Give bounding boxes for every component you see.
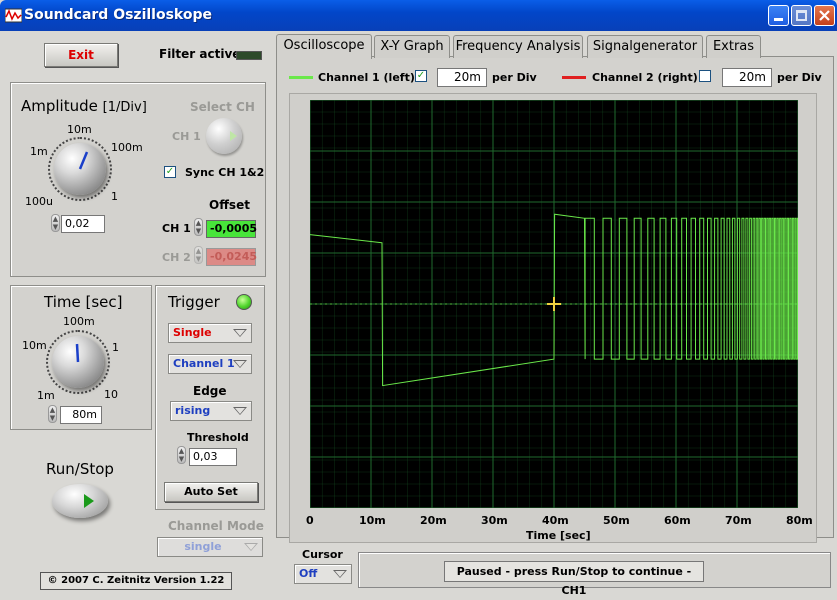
ch1-per-div-label: per Div xyxy=(492,71,537,84)
ch2-legend-swatch xyxy=(562,76,586,79)
ch1-legend-swatch xyxy=(289,76,313,79)
offset-ch2-input[interactable]: -0,0245 xyxy=(206,248,257,266)
cursor-value: Off xyxy=(299,567,318,580)
trigger-edge-value: rising xyxy=(175,404,211,417)
cursor-label: Cursor xyxy=(302,548,343,561)
x-tick-label: 50m xyxy=(603,514,630,527)
tab-oscilloscope[interactable]: Oscilloscope xyxy=(276,34,372,59)
x-tick-label: 30m xyxy=(481,514,508,527)
ch1-enable-checkbox[interactable]: ✓ xyxy=(415,70,427,82)
offset-ch1-input[interactable]: -0,0005 xyxy=(206,220,257,238)
offset-title: Offset xyxy=(209,198,250,212)
close-button[interactable] xyxy=(814,5,835,26)
x-tick-label: 80m xyxy=(786,514,813,527)
offset-ch1-label: CH 1 xyxy=(162,222,191,235)
tab-frequency-analysis[interactable]: Frequency Analysis xyxy=(453,35,583,58)
filter-indicator xyxy=(236,51,262,60)
ch1-legend-label: Channel 1 (left) xyxy=(318,71,415,84)
channel-mode-title: Channel Mode xyxy=(168,519,264,533)
select-ch-knob[interactable] xyxy=(206,118,242,154)
channel-mode-dropdown[interactable]: single xyxy=(157,537,263,557)
amplitude-spinner[interactable]: ▲ ▼ xyxy=(51,214,60,232)
x-tick-label: 70m xyxy=(725,514,752,527)
x-tick-label: 0 xyxy=(306,514,314,527)
ch2-enable-checkbox[interactable] xyxy=(699,70,711,82)
auto-set-button[interactable]: Auto Set xyxy=(164,482,258,502)
app-icon xyxy=(4,7,23,23)
time-scale-100m: 100m xyxy=(63,315,95,328)
amplitude-knob[interactable] xyxy=(54,143,106,195)
time-knob[interactable] xyxy=(52,336,104,388)
threshold-spinner[interactable]: ▲ ▼ xyxy=(177,446,186,464)
time-spinner[interactable]: ▲ ▼ xyxy=(48,405,57,423)
select-ch-value: CH 1 xyxy=(172,130,201,143)
ch2-legend-label: Channel 2 (right) xyxy=(592,71,698,84)
amplitude-unit: [1/Div] xyxy=(102,100,147,115)
ch2-per-div-input[interactable]: 20m xyxy=(722,68,772,87)
time-input[interactable]: 80m xyxy=(60,406,102,424)
exit-button[interactable]: Exit xyxy=(44,43,118,67)
status-message: Paused - press Run/Stop to continue - CH… xyxy=(444,561,704,597)
trigger-edge-dropdown[interactable]: rising xyxy=(170,401,252,421)
threshold-label: Threshold xyxy=(187,431,249,444)
amplitude-input[interactable]: 0,02 xyxy=(61,215,105,233)
threshold-input[interactable]: 0,03 xyxy=(189,448,237,466)
tab-xy-graph[interactable]: X-Y Graph xyxy=(374,35,450,58)
amp-scale-100m: 100m xyxy=(111,141,143,154)
time-scale-10: 10 xyxy=(104,388,118,401)
sync-checkbox[interactable]: ✓ xyxy=(164,166,176,178)
x-tick-label: 60m xyxy=(664,514,691,527)
offset-ch1-spinner[interactable]: ▲ ▼ xyxy=(194,218,203,236)
ch2-per-div-label: per Div xyxy=(777,71,822,84)
time-scale-10m: 10m xyxy=(22,339,47,352)
trigger-channel-dropdown[interactable]: Channel 1 xyxy=(168,354,252,374)
offset-ch2-label: CH 2 xyxy=(162,251,191,264)
select-ch-title: Select CH xyxy=(190,100,255,114)
trigger-mode-dropdown[interactable]: Single xyxy=(168,323,252,343)
tab-extras[interactable]: Extras xyxy=(706,35,761,58)
maximize-button[interactable] xyxy=(791,5,812,26)
time-scale-1: 1 xyxy=(112,341,119,354)
x-axis-label: Time [sec] xyxy=(526,529,591,542)
x-tick-label: 20m xyxy=(420,514,447,527)
channel-mode-value: single xyxy=(184,540,222,553)
amplitude-label: Amplitude xyxy=(21,97,98,115)
amp-scale-1m: 1m xyxy=(30,145,48,158)
amp-scale-1: 1 xyxy=(111,190,118,203)
trigger-channel-value: Channel 1 xyxy=(173,357,235,370)
time-scale-1m: 1m xyxy=(37,389,55,402)
copyright-label: © 2007 C. Zeitnitz Version 1.22 xyxy=(40,572,232,590)
minimize-button[interactable] xyxy=(768,5,789,26)
oscilloscope-plot[interactable] xyxy=(309,99,799,509)
x-tick-label: 40m xyxy=(542,514,569,527)
amp-scale-10m: 10m xyxy=(67,123,92,136)
amp-scale-100u: 100u xyxy=(25,195,53,208)
filter-label: Filter active xyxy=(159,47,241,61)
trigger-title: Trigger xyxy=(168,293,220,311)
run-stop-button[interactable] xyxy=(52,484,108,518)
offset-ch2-spinner[interactable]: ▲ ▼ xyxy=(194,246,203,264)
run-stop-label: Run/Stop xyxy=(46,460,114,478)
sync-label: Sync CH 1&2 xyxy=(185,166,265,179)
trigger-led xyxy=(236,294,252,310)
ch1-per-div-input[interactable]: 20m xyxy=(437,68,487,87)
time-title: Time [sec] xyxy=(44,293,123,311)
amplitude-title: Amplitude [1/Div] xyxy=(21,97,147,115)
tab-signalgenerator[interactable]: Signalgenerator xyxy=(587,35,703,58)
oscilloscope-chart xyxy=(309,99,799,509)
trigger-mode-value: Single xyxy=(173,326,212,339)
x-tick-label: 10m xyxy=(359,514,386,527)
cursor-dropdown[interactable]: Off xyxy=(294,564,352,584)
edge-label: Edge xyxy=(193,384,227,398)
window-title: Soundcard Oszilloskope xyxy=(24,7,213,23)
